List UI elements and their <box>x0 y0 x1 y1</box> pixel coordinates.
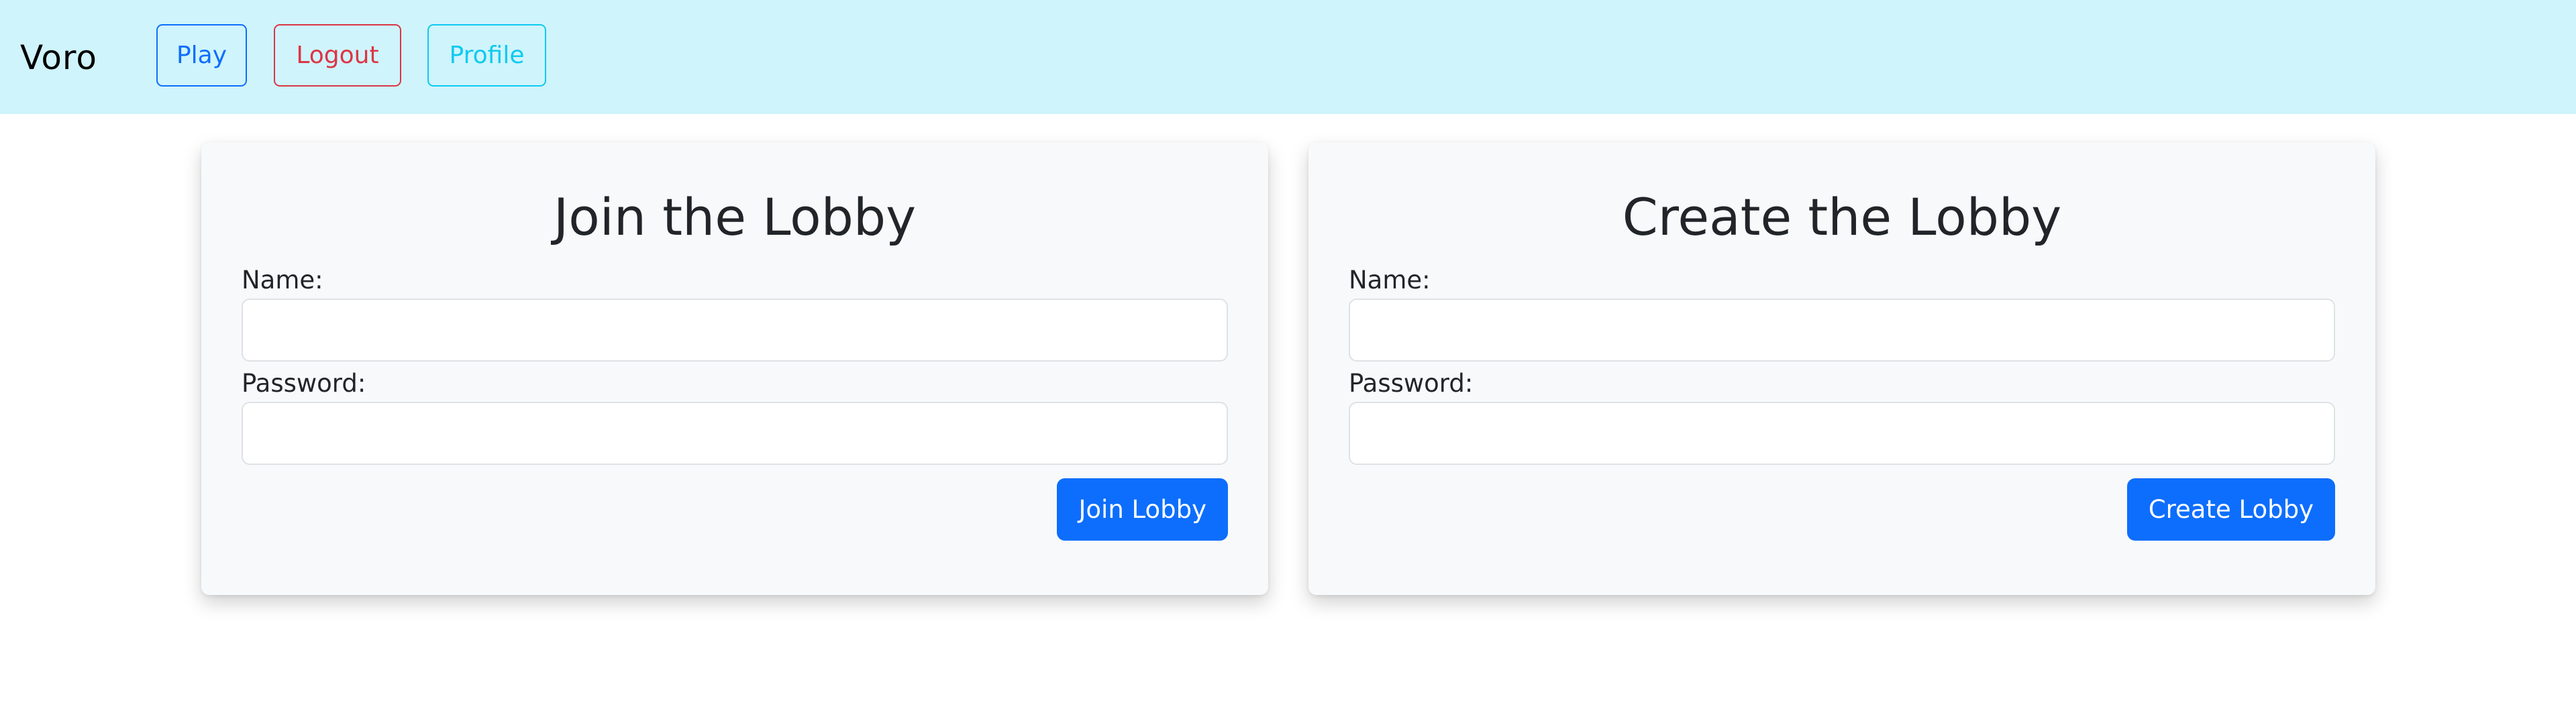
create-name-label: Name: <box>1349 266 1431 294</box>
navbar: Voro Play Logout Profile <box>0 0 2576 114</box>
create-password-input[interactable] <box>1349 402 2335 465</box>
create-lobby-button[interactable]: Create Lobby <box>2126 478 2335 541</box>
join-lobby-button[interactable]: Join Lobby <box>1057 478 1228 541</box>
join-lobby-title: Join the Lobby <box>553 187 917 247</box>
join-lobby-card: Join the Lobby Name: Password: Join Lobb… <box>201 142 1268 595</box>
create-name-input[interactable] <box>1349 299 2335 362</box>
play-button[interactable]: Play <box>156 24 247 87</box>
create-password-label: Password: <box>1349 369 1474 398</box>
join-name-label: Name: <box>242 266 323 294</box>
logout-button[interactable]: Logout <box>274 24 401 87</box>
brand-logo[interactable]: Voro <box>20 39 97 76</box>
join-password-label: Password: <box>242 369 366 398</box>
profile-button[interactable]: Profile <box>427 24 546 87</box>
join-password-input[interactable] <box>242 402 1228 465</box>
join-name-input[interactable] <box>242 299 1228 362</box>
create-lobby-title: Create the Lobby <box>1622 187 2062 247</box>
create-lobby-card: Create the Lobby Name: Password: Create … <box>1308 142 2375 595</box>
